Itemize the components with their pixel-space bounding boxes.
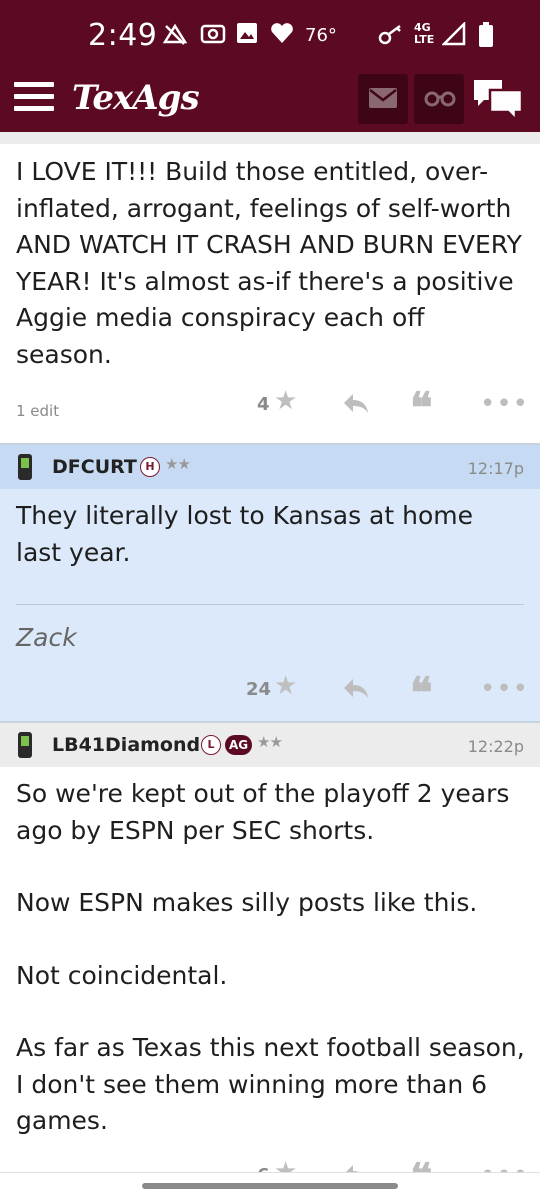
heart-icon xyxy=(270,22,294,48)
edit-count[interactable]: 1 edit xyxy=(16,402,59,420)
forum-post: I LOVE IT!!! Build those entitled, over-… xyxy=(0,132,540,444)
forum-chat-icon[interactable] xyxy=(472,76,528,124)
star-count: 24 xyxy=(246,679,272,700)
status-time: 2:49 xyxy=(88,18,158,53)
mobile-phone-icon xyxy=(18,732,32,758)
envelope-icon xyxy=(369,88,397,108)
star-count: 4 xyxy=(257,394,270,415)
more-options-icon[interactable]: ••• xyxy=(480,676,529,702)
user-rating-stars: ★★ xyxy=(165,455,191,473)
hamburger-menu-icon[interactable] xyxy=(14,82,54,118)
post-time[interactable]: 12:17p xyxy=(468,459,524,478)
post-paragraph: They literally lost to Kansas at home la… xyxy=(16,501,473,567)
do-not-disturb-icon xyxy=(162,22,188,48)
texags-logo[interactable]: TexAgs xyxy=(72,78,200,118)
vpn-key-icon xyxy=(378,22,404,48)
user-badge-l: L xyxy=(201,735,221,755)
app-bar: TexAgs xyxy=(0,72,540,132)
signal-icon xyxy=(440,20,466,48)
quote-icon[interactable]: ❝ xyxy=(410,387,433,429)
post-paragraph: So we're kept out of the playoff 2 years… xyxy=(16,779,510,845)
post-body: I LOVE IT!!! Build those entitled, over-… xyxy=(16,154,526,373)
forum-post: DFCURT H ★★ 12:17p They literally lost t… xyxy=(0,445,540,721)
post-header: LB41Diamond L AG ★★ 12:22p xyxy=(0,723,540,767)
status-bar: 2:49 76° 4G LTE xyxy=(0,0,540,72)
post-header-cut xyxy=(0,132,540,144)
binoculars-icon xyxy=(424,91,456,107)
post-paragraph: Not coincidental. xyxy=(16,960,228,990)
forum-post: LB41Diamond L AG ★★ 12:22p So we're kept… xyxy=(0,723,540,1183)
post-username[interactable]: DFCURT xyxy=(52,456,137,478)
post-time[interactable]: 12:22p xyxy=(468,737,524,756)
star-rate-icon[interactable]: ★ xyxy=(274,671,297,701)
post-paragraph: Now ESPN makes silly posts like this. xyxy=(16,888,478,917)
post-paragraph: As far as Texas this next football seaso… xyxy=(16,1033,525,1135)
post-paragraph: I LOVE IT!!! Build those entitled, over-… xyxy=(16,157,522,369)
user-badge-h: H xyxy=(140,457,160,477)
post-signature: Zack xyxy=(16,623,77,652)
post-actions: 24 ★ ❝ ••• xyxy=(0,671,540,714)
post-actions: 1 edit 4 ★ ❝ ••• xyxy=(0,386,540,430)
post-header: DFCURT H ★★ 12:17p xyxy=(0,445,540,489)
reply-icon[interactable] xyxy=(342,677,370,703)
post-body: So we're kept out of the playoff 2 years… xyxy=(16,776,526,1140)
post-username[interactable]: LB41Diamond xyxy=(52,734,200,756)
mobile-phone-icon xyxy=(18,454,32,480)
gesture-nav-handle[interactable] xyxy=(142,1183,398,1189)
image-icon xyxy=(236,22,258,48)
user-rating-stars: ★★ xyxy=(257,733,283,751)
reply-icon[interactable] xyxy=(342,392,370,418)
signature-divider xyxy=(16,604,524,605)
status-temperature: 76° xyxy=(305,25,337,46)
network-type-icon: 4G LTE xyxy=(414,21,435,46)
more-options-icon[interactable]: ••• xyxy=(480,391,529,417)
messages-button[interactable] xyxy=(358,74,408,124)
watchlist-button[interactable] xyxy=(414,74,464,124)
quote-icon[interactable]: ❝ xyxy=(410,672,433,714)
post-body: They literally lost to Kansas at home la… xyxy=(16,498,526,571)
battery-icon xyxy=(478,22,494,48)
star-rate-icon[interactable]: ★ xyxy=(274,386,297,416)
camera-icon xyxy=(200,22,226,48)
user-badge-ag: AG xyxy=(225,735,253,755)
